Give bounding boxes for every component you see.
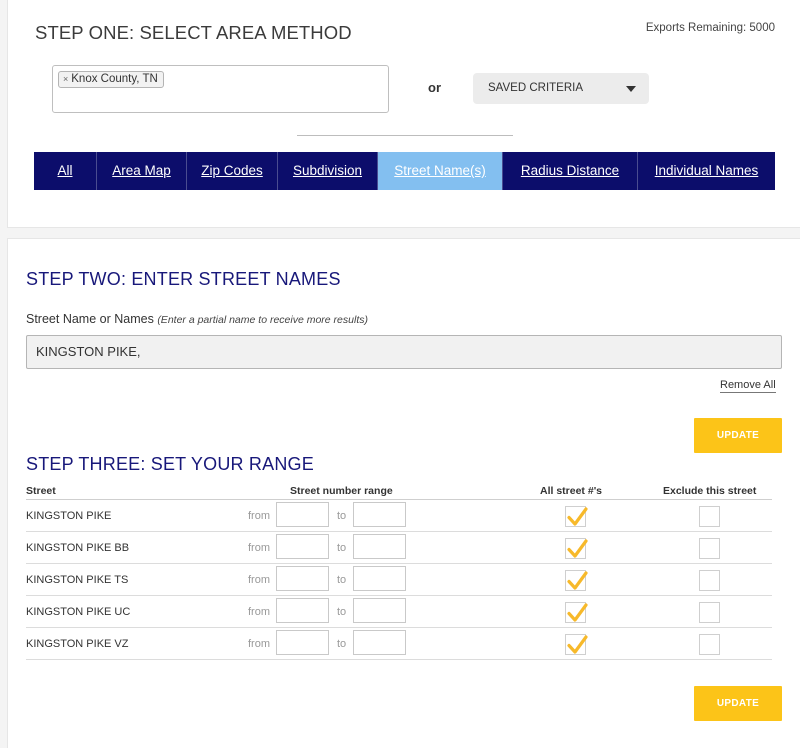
remove-all-link[interactable]: Remove All bbox=[720, 379, 776, 393]
range-table-header: Street Street number range All street #'… bbox=[26, 484, 772, 500]
to-label: to bbox=[337, 574, 347, 586]
from-label: from bbox=[248, 606, 270, 618]
street-name-cell: KINGSTON PIKE VZ bbox=[26, 638, 129, 650]
range-to-input[interactable] bbox=[353, 566, 406, 591]
tab-zip-codes[interactable]: Zip Codes bbox=[187, 152, 278, 190]
all-numbers-checkbox[interactable] bbox=[565, 538, 588, 559]
exclude-street-checkbox[interactable] bbox=[699, 570, 720, 591]
range-to-input[interactable] bbox=[353, 534, 406, 559]
all-numbers-checkbox[interactable] bbox=[565, 602, 588, 623]
checkmark-icon bbox=[567, 507, 588, 526]
update-button-bottom[interactable]: UPDATE bbox=[694, 686, 782, 721]
col-street: Street bbox=[26, 485, 56, 497]
table-row: KINGSTON PIKE TS from to bbox=[26, 564, 772, 596]
range-from-input[interactable] bbox=[276, 598, 329, 623]
update-button-top[interactable]: UPDATE bbox=[694, 418, 782, 453]
tab-radius-distance[interactable]: Radius Distance bbox=[503, 152, 638, 190]
area-chip-label: Knox County, TN bbox=[71, 73, 158, 85]
street-name-cell: KINGSTON PIKE bbox=[26, 510, 112, 522]
range-to-input[interactable] bbox=[353, 502, 406, 527]
street-name-cell: KINGSTON PIKE UC bbox=[26, 606, 131, 618]
table-row: KINGSTON PIKE UC from to bbox=[26, 596, 772, 628]
area-chip: × Knox County, TN bbox=[58, 71, 164, 88]
table-row: KINGSTON PIKE VZ from to bbox=[26, 628, 772, 660]
street-name-cell: KINGSTON PIKE BB bbox=[26, 542, 130, 554]
step-two-title: STEP TWO: ENTER STREET NAMES bbox=[26, 269, 341, 289]
from-label: from bbox=[248, 638, 270, 650]
range-from-input[interactable] bbox=[276, 534, 329, 559]
all-numbers-checkbox[interactable] bbox=[565, 634, 588, 655]
caret-down-icon bbox=[626, 86, 636, 92]
street-name-input[interactable]: KINGSTON PIKE, bbox=[26, 335, 782, 369]
tab-individual-names[interactable]: Individual Names bbox=[638, 152, 775, 190]
range-from-input[interactable] bbox=[276, 630, 329, 655]
range-to-input[interactable] bbox=[353, 630, 406, 655]
from-label: from bbox=[248, 510, 270, 522]
table-row: KINGSTON PIKE BB from to bbox=[26, 532, 772, 564]
exclude-street-checkbox[interactable] bbox=[699, 538, 720, 559]
range-table: Street Street number range All street #'… bbox=[26, 484, 772, 660]
area-method-tabs: All Area Map Zip Codes Subdivision Stree… bbox=[34, 152, 775, 190]
saved-criteria-dropdown[interactable]: SAVED CRITERIA bbox=[473, 73, 649, 104]
divider bbox=[297, 135, 513, 136]
to-label: to bbox=[337, 542, 347, 554]
to-label: to bbox=[337, 606, 347, 618]
all-numbers-checkbox[interactable] bbox=[565, 570, 588, 591]
range-to-input[interactable] bbox=[353, 598, 406, 623]
checkmark-icon bbox=[567, 539, 588, 558]
street-name-label: Street Name or Names (Enter a partial na… bbox=[26, 312, 368, 326]
step-one-panel: STEP ONE: SELECT AREA METHOD Exports Rem… bbox=[7, 0, 800, 228]
tab-all[interactable]: All bbox=[34, 152, 97, 190]
exclude-street-checkbox[interactable] bbox=[699, 602, 720, 623]
street-name-label-text: Street Name or Names bbox=[26, 312, 154, 326]
street-names-panel: STEP TWO: ENTER STREET NAMES Street Name… bbox=[7, 238, 800, 748]
col-exclude: Exclude this street bbox=[663, 485, 757, 497]
tab-street-names[interactable]: Street Name(s) bbox=[378, 152, 503, 190]
step-one-title: STEP ONE: SELECT AREA METHOD bbox=[35, 22, 352, 43]
checkmark-icon bbox=[567, 635, 588, 654]
col-all-numbers: All street #'s bbox=[540, 485, 603, 497]
exclude-street-checkbox[interactable] bbox=[699, 506, 720, 527]
saved-criteria-label: SAVED CRITERIA bbox=[488, 82, 583, 94]
street-name-hint: (Enter a partial name to receive more re… bbox=[157, 314, 368, 326]
area-select-box[interactable]: × Knox County, TN bbox=[52, 65, 389, 113]
exports-remaining: Exports Remaining: 5000 bbox=[645, 22, 775, 34]
chip-remove-icon[interactable]: × bbox=[63, 74, 68, 84]
all-numbers-checkbox[interactable] bbox=[565, 506, 588, 527]
table-row: KINGSTON PIKE from to bbox=[26, 500, 772, 532]
range-from-input[interactable] bbox=[276, 502, 329, 527]
tab-subdivision[interactable]: Subdivision bbox=[278, 152, 378, 190]
checkmark-icon bbox=[567, 571, 588, 590]
tab-area-map[interactable]: Area Map bbox=[97, 152, 187, 190]
or-label: or bbox=[428, 80, 441, 95]
col-range: Street number range bbox=[290, 485, 393, 497]
range-table-body: KINGSTON PIKE from to KINGSTON PIKE BB from t… bbox=[26, 500, 772, 660]
to-label: to bbox=[337, 510, 347, 522]
from-label: from bbox=[248, 542, 270, 554]
street-name-cell: KINGSTON PIKE TS bbox=[26, 574, 129, 586]
step-three-title: STEP THREE: SET YOUR RANGE bbox=[26, 454, 314, 474]
to-label: to bbox=[337, 638, 347, 650]
checkmark-icon bbox=[567, 603, 588, 622]
range-from-input[interactable] bbox=[276, 566, 329, 591]
exclude-street-checkbox[interactable] bbox=[699, 634, 720, 655]
from-label: from bbox=[248, 574, 270, 586]
